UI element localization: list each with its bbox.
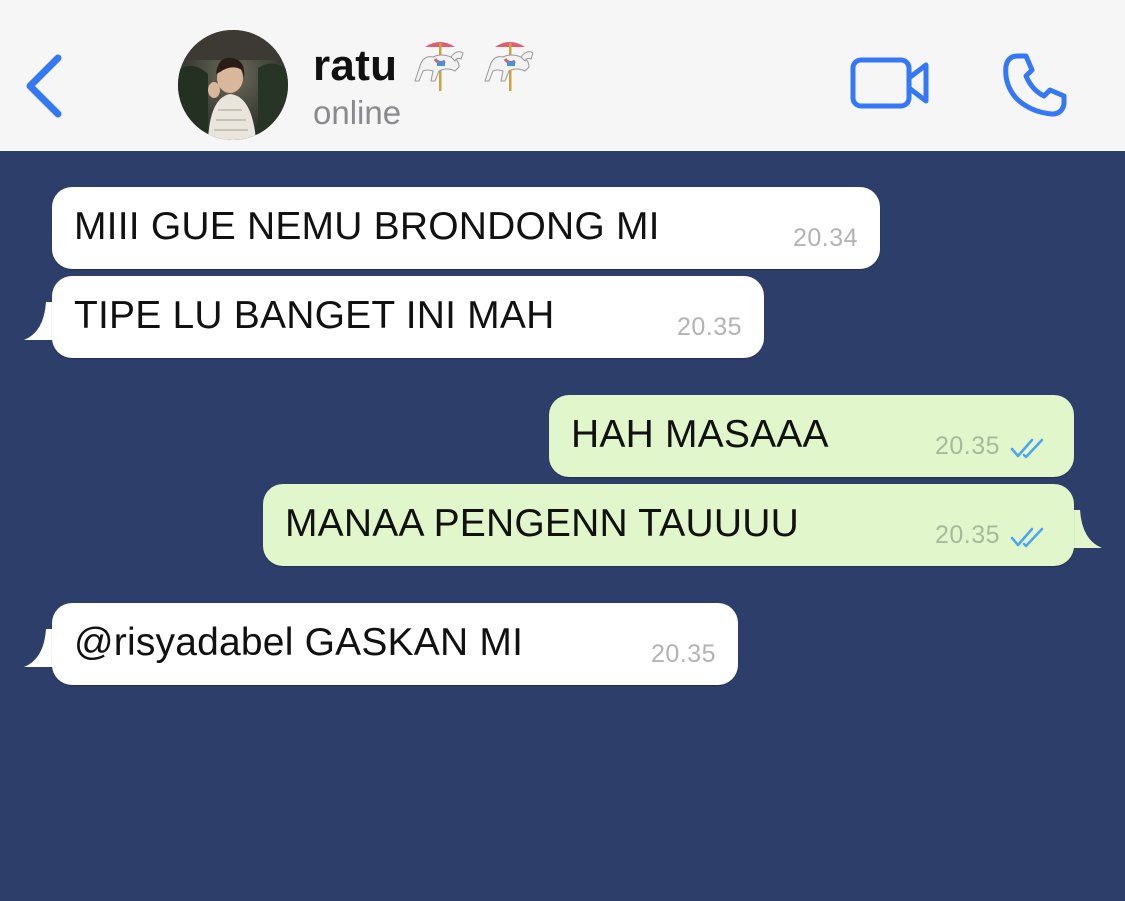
video-camera-icon xyxy=(850,57,929,109)
message-timestamp: 20.35 xyxy=(934,521,1000,549)
carousel-horse-icon xyxy=(484,42,534,91)
contact-status: online xyxy=(313,94,402,131)
carousel-horse-icon xyxy=(414,42,464,91)
voice-call-button[interactable] xyxy=(1000,50,1070,120)
message-bubble-incoming[interactable]: TIPE LU BANGET INI MAH 20.35 xyxy=(52,276,764,358)
phone-icon xyxy=(1003,53,1067,117)
contact-name[interactable]: ratu xyxy=(313,41,397,91)
contact-avatar[interactable] xyxy=(178,30,288,140)
chat-screen: ratu online MIII GUE NEMU BRONDONG MI 20… xyxy=(0,0,1125,901)
message-bubble-incoming[interactable]: @risyadabel GASKAN MI 20.35 xyxy=(52,603,738,685)
message-bubble-outgoing[interactable]: HAH MASAAA 20.35 xyxy=(549,395,1074,477)
message-bubble-incoming[interactable]: MIII GUE NEMU BRONDONG MI 20.34 xyxy=(52,187,880,269)
message-timestamp: 20.35 xyxy=(650,640,716,668)
message-text: MIII GUE NEMU BRONDONG MI xyxy=(74,205,660,248)
chat-header: ratu online xyxy=(0,0,1125,151)
message-text: TIPE LU BANGET INI MAH xyxy=(74,294,555,337)
message-bubble-outgoing[interactable]: MANAA PENGENN TAUUUU 20.35 xyxy=(263,484,1074,566)
message-text: HAH MASAAA xyxy=(571,413,829,456)
back-button[interactable] xyxy=(20,50,72,122)
chevron-left-icon xyxy=(26,54,62,118)
message-timestamp: 20.35 xyxy=(676,313,742,341)
message-timestamp: 20.34 xyxy=(792,224,858,252)
name-emoji-group xyxy=(411,37,539,95)
message-text: MANAA PENGENN TAUUUU xyxy=(285,502,799,545)
video-call-button[interactable] xyxy=(848,54,934,114)
message-text: @risyadabel GASKAN MI xyxy=(74,621,524,664)
message-timestamp: 20.35 xyxy=(934,432,1000,460)
read-receipt-icon xyxy=(1010,438,1044,459)
read-receipt-icon xyxy=(1010,527,1044,548)
